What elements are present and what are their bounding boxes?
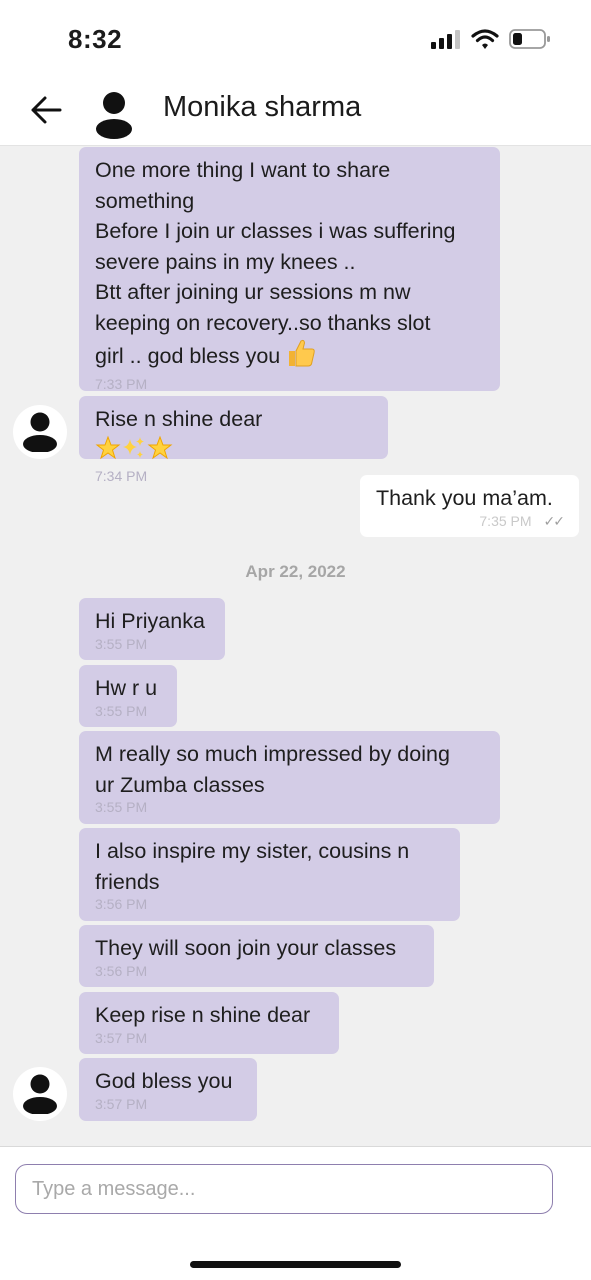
incoming-message[interactable]: God bless you 3:57 PM xyxy=(79,1058,257,1121)
arrow-left-icon xyxy=(29,95,63,130)
message-time: 7:35 PM xyxy=(479,512,532,529)
message-text: Rise n shine dear xyxy=(95,404,372,469)
message-time: 3:56 PM xyxy=(95,962,148,979)
incoming-message[interactable]: One more thing I want to share something… xyxy=(79,147,500,392)
sender-avatar[interactable] xyxy=(13,1067,67,1121)
incoming-message[interactable]: Hi Priyanka 3:55 PM xyxy=(79,598,225,660)
message-text: Thank you ma’am. xyxy=(376,486,553,510)
home-indicator[interactable] xyxy=(190,1261,401,1268)
person-avatar-icon xyxy=(18,1070,62,1119)
sender-avatar[interactable] xyxy=(13,405,67,459)
message-time: 3:56 PM xyxy=(95,896,148,912)
chat-header: Monika sharma xyxy=(0,78,591,146)
message-text: Keep rise n shine dear xyxy=(95,1003,311,1027)
incoming-message[interactable]: Rise n shine dear 7:34 PM xyxy=(79,396,388,484)
outgoing-message[interactable]: Thank you ma’am. 7:35 PM ✓✓ xyxy=(360,475,579,537)
incoming-message[interactable]: They will soon join your classes 3:56 PM xyxy=(79,925,434,987)
message-text: Hi Priyanka xyxy=(95,609,205,633)
message-composer xyxy=(0,1146,591,1280)
thumbs-up-emoji xyxy=(286,338,316,377)
incoming-message[interactable]: I also inspire my sister, cousins n frie… xyxy=(79,828,460,921)
message-text: One more thing I want to share something… xyxy=(95,155,484,377)
glowing-star-emoji xyxy=(95,435,121,470)
battery-icon xyxy=(509,28,551,55)
message-text: They will soon join your classes xyxy=(95,936,397,960)
message-text: God bless you xyxy=(95,1069,233,1093)
message-text: M really so much impressed by doing ur Z… xyxy=(95,742,450,797)
cellular-signal-icon xyxy=(431,29,461,54)
incoming-message[interactable]: M really so much impressed by doing ur Z… xyxy=(79,731,500,824)
message-time: 7:33 PM xyxy=(95,375,148,392)
status-icons xyxy=(431,28,551,55)
wifi-icon xyxy=(471,28,499,55)
double-check-icon: ✓✓ xyxy=(543,512,566,529)
message-input[interactable] xyxy=(15,1164,553,1214)
status-bar: 8:32 xyxy=(0,0,591,78)
incoming-message[interactable]: Hw r u 3:55 PM xyxy=(79,665,177,727)
message-time: 3:55 PM xyxy=(95,635,148,652)
message-time: 3:55 PM xyxy=(95,799,148,815)
chat-area[interactable]: One more thing I want to share something… xyxy=(0,147,591,1147)
message-time: 3:57 PM xyxy=(95,1029,148,1046)
back-button[interactable] xyxy=(26,92,66,132)
message-text: Hw r u xyxy=(95,676,158,700)
person-avatar-icon xyxy=(86,85,142,144)
message-text: I also inspire my sister, cousins n frie… xyxy=(95,839,410,894)
glowing-star-emoji xyxy=(147,435,173,470)
date-separator: Apr 22, 2022 xyxy=(245,562,346,581)
message-time-row: 7:35 PM ✓✓ xyxy=(376,512,566,530)
contact-avatar[interactable] xyxy=(86,84,142,140)
person-avatar-icon xyxy=(18,408,62,457)
status-time: 8:32 xyxy=(68,24,123,54)
message-time: 3:57 PM xyxy=(95,1095,148,1112)
sparkles-emoji xyxy=(121,435,147,470)
contact-name[interactable]: Monika sharma xyxy=(163,91,361,124)
incoming-message[interactable]: Keep rise n shine dear 3:57 PM xyxy=(79,992,339,1054)
message-time: 7:34 PM xyxy=(95,468,148,484)
message-time: 3:55 PM xyxy=(95,702,148,719)
